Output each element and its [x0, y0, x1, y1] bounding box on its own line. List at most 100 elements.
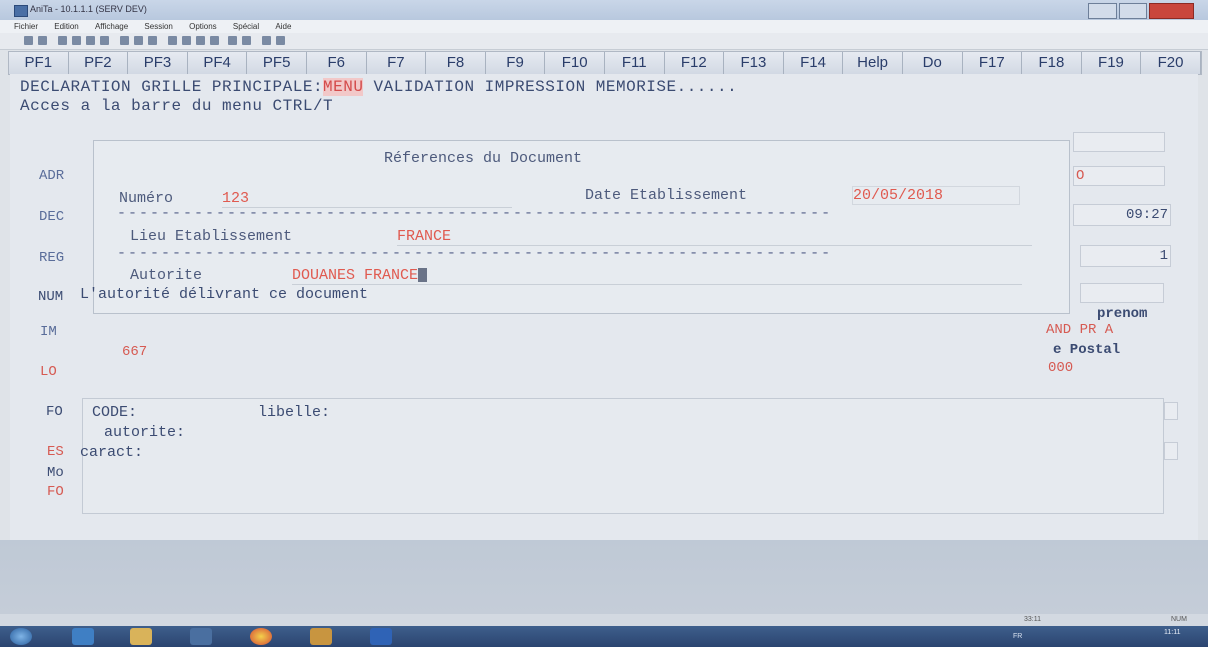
play-icon[interactable]: [276, 36, 285, 45]
window-title: AniTa - 10.1.1.1 (SERV DEV): [30, 4, 147, 14]
open-icon[interactable]: [24, 36, 33, 45]
media-player-icon[interactable]: [190, 628, 212, 645]
fkey-pf3[interactable]: PF3: [128, 52, 188, 74]
side-label-reg: REG: [39, 250, 65, 266]
fkey-f18[interactable]: F18: [1022, 52, 1082, 74]
window-icon[interactable]: [134, 36, 143, 45]
fkey-f12[interactable]: F12: [664, 52, 725, 74]
menu-item-fichier[interactable]: Fichier: [14, 22, 38, 31]
tray-clock: 11:11: [1164, 629, 1181, 636]
date-label: Date Etablissement: [585, 187, 748, 204]
menu-item-options[interactable]: Options: [189, 22, 217, 31]
side-label-fo: FO: [46, 404, 63, 420]
side-label-dec: DEC: [39, 209, 65, 225]
view-icon[interactable]: [120, 36, 129, 45]
language-indicator[interactable]: FR: [1013, 633, 1022, 640]
fkey-f8[interactable]: F8: [426, 52, 486, 74]
app-icon: [14, 5, 28, 17]
postal-code-value: 000: [1048, 360, 1074, 376]
macro-icon[interactable]: [196, 36, 205, 45]
print-icon[interactable]: [86, 36, 95, 45]
code-label: CODE:: [92, 404, 138, 421]
window-title-bar: [0, 0, 1208, 20]
fkey-pf1[interactable]: PF1: [9, 52, 69, 74]
fkey-f9[interactable]: F9: [485, 52, 546, 74]
fkey-f13[interactable]: F13: [724, 52, 784, 74]
menu-option-highlight[interactable]: MENU: [323, 78, 364, 96]
menu-item-edition[interactable]: Edition: [54, 22, 78, 31]
menu-item-session[interactable]: Session: [144, 22, 172, 31]
field-description: L'autorité délivrant ce document: [80, 286, 369, 303]
close-button[interactable]: [1149, 3, 1195, 19]
transfer-icon[interactable]: [242, 36, 251, 45]
caract-label: caract:: [80, 444, 144, 461]
fkey-f6[interactable]: F6: [306, 52, 367, 74]
fkey-f11[interactable]: F11: [604, 52, 665, 74]
autorite-field[interactable]: DOUANES FRANCE: [292, 267, 1022, 285]
fkey-pf4[interactable]: PF4: [187, 52, 248, 74]
libelle-label: libelle:: [258, 404, 331, 421]
prenom-label: prenom: [1097, 306, 1148, 322]
date-field[interactable]: 20/05/2018: [852, 186, 1020, 205]
screen-header: DECLARATION GRILLE PRINCIPALE:MENU VALID…: [20, 78, 737, 96]
folder-icon[interactable]: [130, 628, 152, 645]
fkey-pf5[interactable]: PF5: [247, 52, 307, 74]
window-controls: [1086, 3, 1195, 19]
start-button-icon[interactable]: [10, 628, 32, 645]
right-field-time[interactable]: 09:27: [1073, 204, 1171, 226]
menu-hint: Acces a la barre du menu CTRL/T: [20, 97, 334, 115]
minimize-button[interactable]: [1088, 3, 1117, 19]
time-value: 09:27: [1125, 207, 1168, 223]
fkey-help[interactable]: Help: [843, 52, 903, 74]
autorite-label: Autorite: [130, 267, 203, 284]
right-field-one[interactable]: 1: [1080, 245, 1171, 267]
postal-label: e Postal: [1053, 342, 1121, 358]
fkey-f10[interactable]: F10: [545, 52, 605, 74]
fkey-f14[interactable]: F14: [783, 52, 844, 74]
app-window-icon[interactable]: [310, 628, 332, 645]
word-icon[interactable]: [370, 628, 392, 645]
save-icon[interactable]: [38, 36, 47, 45]
connect-icon[interactable]: [58, 36, 67, 45]
separator-line: ----------------------------------------…: [117, 245, 833, 262]
fkey-f7[interactable]: F7: [366, 52, 427, 74]
status-area: [0, 540, 1208, 614]
cursor-position: 33:11: [1024, 616, 1041, 623]
checkbox-1[interactable]: [1164, 402, 1178, 420]
chrome-icon[interactable]: [250, 628, 272, 645]
lieu-field[interactable]: FRANCE: [397, 228, 1032, 246]
status-bar: 33:11 NUM: [0, 614, 1208, 626]
right-field-zero[interactable]: O: [1073, 166, 1165, 186]
link-icon[interactable]: [262, 36, 271, 45]
side-label-mo: Mo: [47, 465, 64, 481]
fkey-do[interactable]: Do: [902, 52, 963, 74]
disconnect-icon[interactable]: [72, 36, 81, 45]
header-prefix: DECLARATION GRILLE PRINCIPALE:: [20, 78, 324, 96]
chart-icon[interactable]: [210, 36, 219, 45]
menu-item-affichage[interactable]: Affichage: [95, 22, 128, 31]
fkey-f20[interactable]: F20: [1141, 52, 1201, 74]
pointer-icon[interactable]: [228, 36, 237, 45]
settings-icon[interactable]: [168, 36, 177, 45]
grid-icon[interactable]: [182, 36, 191, 45]
browser-icon[interactable]: [72, 628, 94, 645]
text-cursor: [418, 268, 428, 283]
fkey-pf2[interactable]: PF2: [68, 52, 129, 74]
layout-icon[interactable]: [148, 36, 157, 45]
fkey-f17[interactable]: F17: [962, 52, 1023, 74]
panel-title: Réferences du Document: [384, 150, 583, 167]
function-key-bar: PF1 PF2 PF3 PF4 PF5 F6 F7 F8 F9 F10 F11 F12 F13 F14 He…: [8, 51, 1202, 75]
fkey-f19[interactable]: F19: [1081, 52, 1142, 74]
menu-bar: Fichier Edition Affichage Session Option…: [0, 20, 1208, 33]
lieu-label: Lieu Etablissement: [130, 228, 293, 245]
autorite-code-label: autorite:: [104, 424, 186, 441]
menu-item-special[interactable]: Spécial: [233, 22, 259, 31]
menu-item-aide[interactable]: Aide: [275, 22, 291, 31]
checkbox-2[interactable]: [1164, 442, 1178, 460]
copy-icon[interactable]: [100, 36, 109, 45]
right-field-empty[interactable]: [1080, 283, 1164, 303]
value-667: 667: [122, 344, 148, 360]
one-value: 1: [1159, 248, 1168, 264]
right-field-box[interactable]: [1073, 132, 1165, 152]
maximize-button[interactable]: [1118, 3, 1148, 19]
